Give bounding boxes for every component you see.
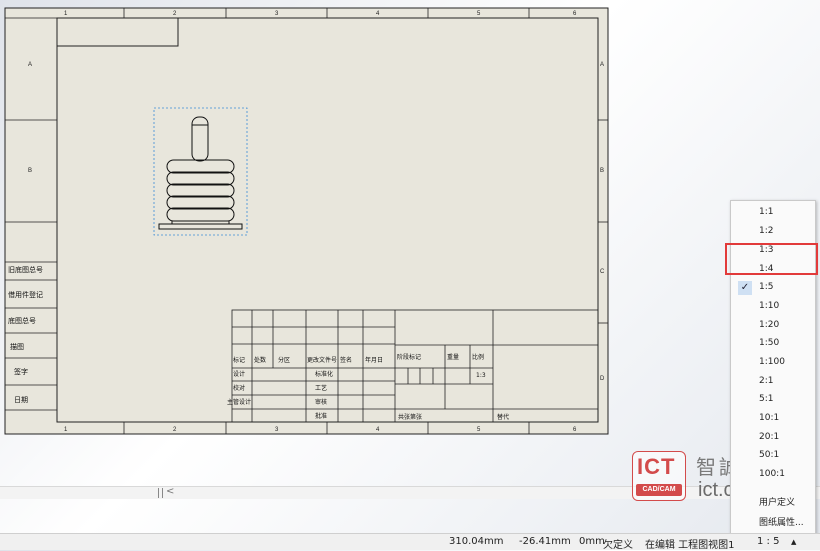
zone-right-c: C xyxy=(600,269,605,275)
scale-menu-item-label: 1:10 xyxy=(759,301,780,311)
scale-menu-item[interactable]: 10:1 xyxy=(731,410,815,428)
tb-main-design: 主管设计 xyxy=(227,398,251,406)
scale-menu-item[interactable]: 20:1 xyxy=(731,429,815,447)
left-strip-label-4: 签字 xyxy=(14,367,28,376)
zone-right-b: B xyxy=(600,168,604,174)
left-strip-label-5: 日期 xyxy=(14,396,28,404)
tb-header-zone: 分区 xyxy=(278,356,290,364)
tb-sheet-info: 共张第张 xyxy=(398,413,422,421)
zone-right-d: D xyxy=(600,376,605,382)
scale-up-arrow-icon[interactable]: ▲ xyxy=(791,538,796,546)
scroll-left-arrow[interactable]: < xyxy=(166,486,174,497)
scale-menu-item[interactable]: 1:1 xyxy=(731,204,815,222)
scale-menu-item-label: 1:1 xyxy=(759,207,774,217)
scale-menu-item-label: 5:1 xyxy=(759,394,774,404)
scale-menu-item[interactable]: 图纸属性... xyxy=(731,512,815,530)
tb-scale-label: 比例 xyxy=(472,353,484,361)
scale-menu-item[interactable]: 2:1 xyxy=(731,373,815,391)
scale-menu-item-label: 10:1 xyxy=(759,413,780,423)
scale-menu-item-label: 1:50 xyxy=(759,338,780,348)
drawing-sheet[interactable]: 1 2 3 4 5 6 1 2 3 4 5 6 A B A B C D 借用件登… xyxy=(0,0,820,490)
highlight-annotation xyxy=(725,243,818,275)
tb-check: 校对 xyxy=(233,384,245,392)
split-handle[interactable] xyxy=(158,488,163,498)
scale-menu-item-label: 1:20 xyxy=(759,320,780,330)
watermark-badge-text: ICT xyxy=(637,454,676,479)
scale-menu-item-label: 50:1 xyxy=(759,450,780,460)
left-strip-label-6: 描图 xyxy=(10,342,24,351)
left-strip-label-2: 旧底图总号 xyxy=(8,265,43,274)
scale-menu-item[interactable]: 1:100 xyxy=(731,354,815,372)
tb-standardize: 标准化 xyxy=(315,370,333,378)
sheet-border xyxy=(4,7,609,435)
scale-menu-item[interactable]: 100:1 xyxy=(731,466,815,484)
scale-menu-item-label: 2:1 xyxy=(759,376,774,386)
left-strip-label-3: 底图总号 xyxy=(8,316,36,325)
scale-menu-item[interactable]: 5:1 xyxy=(731,391,815,409)
scale-menu-item-label: 1:2 xyxy=(759,226,774,236)
tb-header-date: 年月日 xyxy=(365,356,383,364)
scale-menu-item[interactable]: 50:1 xyxy=(731,447,815,465)
scale-menu-item[interactable]: 1:2 xyxy=(731,223,815,241)
status-scale-button[interactable]: 1 : 5 xyxy=(757,536,779,547)
tb-design: 设计 xyxy=(233,370,245,378)
scale-menu-item[interactable]: 1:50 xyxy=(731,335,815,353)
scale-menu-item[interactable]: ✓ 1:5 xyxy=(731,279,815,297)
checkmark-icon: ✓ xyxy=(738,281,752,295)
watermark-badge-sub: CAD/CAM xyxy=(636,484,682,496)
scale-menu-item-label: 1:100 xyxy=(759,357,785,367)
tb-header-mark: 标记 xyxy=(233,356,245,364)
scale-menu-item-label: 用户定义 xyxy=(759,498,796,508)
status-z-coord: 0mm xyxy=(579,536,605,547)
tb-header-change-doc: 更改文件号 xyxy=(307,356,337,364)
watermark-badge: ICT CAD/CAM xyxy=(632,451,686,501)
tb-replaces: 替代 xyxy=(497,413,509,421)
scale-menu-item[interactable]: 1:20 xyxy=(731,317,815,335)
status-y-coord: -26.41mm xyxy=(519,536,571,547)
tb-weight: 重量 xyxy=(447,353,459,361)
tb-process: 工艺 xyxy=(315,384,327,392)
status-x-coord: 310.04mm xyxy=(449,536,504,547)
scale-menu-item[interactable]: 用户定义 xyxy=(731,492,815,510)
scale-menu-item-label: 100:1 xyxy=(759,469,785,479)
zone-right-a: A xyxy=(600,62,604,68)
scale-menu-item-label: 20:1 xyxy=(759,432,780,442)
scale-menu-item[interactable]: 1:10 xyxy=(731,298,815,316)
tb-header-count: 处数 xyxy=(254,356,266,364)
zone-left-a: A xyxy=(28,62,32,68)
scale-menu-item-label: 1:5 xyxy=(759,282,774,292)
left-strip-label-1: 借用件登记 xyxy=(8,290,43,299)
tb-stage: 阶段标记 xyxy=(397,353,421,361)
tb-header-sign: 签名 xyxy=(340,356,352,364)
tb-review: 审核 xyxy=(315,398,327,406)
scale-menu-item-label: 图纸属性... xyxy=(759,518,804,528)
status-bar: 310.04mm -26.41mm 0mm 欠定义 在编辑 工程图视图1 1 :… xyxy=(0,533,820,551)
zone-left-b: B xyxy=(28,168,32,174)
tb-scale-value: 1:3 xyxy=(476,372,486,379)
tb-approve: 批准 xyxy=(315,412,327,420)
